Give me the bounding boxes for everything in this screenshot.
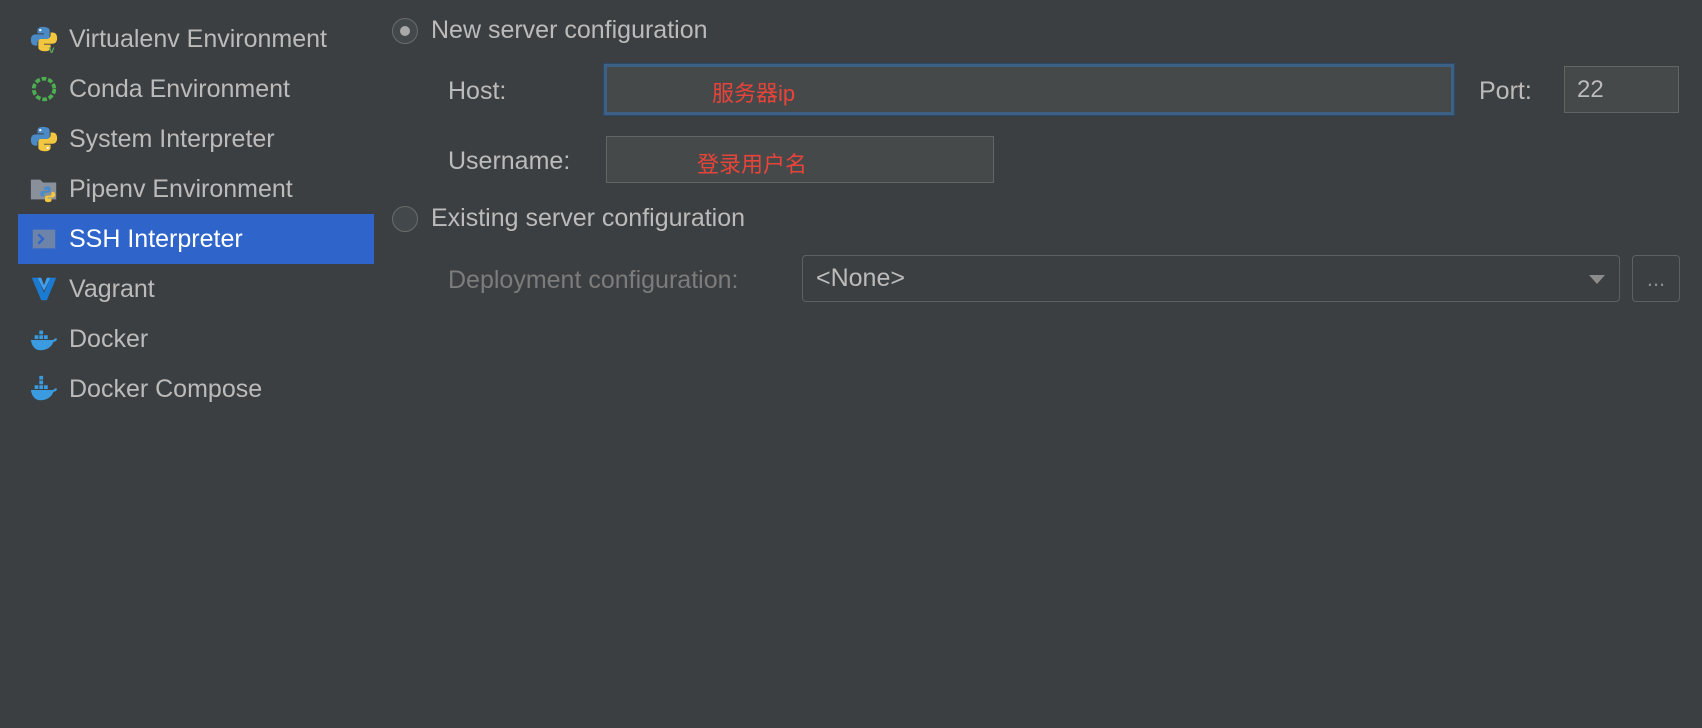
sidebar-item-pipenv[interactable]: Pipenv Environment — [18, 164, 374, 214]
existing-server-radio[interactable] — [392, 205, 418, 232]
sidebar-item-label: Vagrant — [69, 274, 155, 303]
ssh-terminal-icon — [28, 223, 60, 255]
sidebar-item-virtualenv[interactable]: v Virtualenv Environment — [18, 14, 374, 64]
username-label: Username: — [448, 147, 571, 175]
sidebar-item-label: System Interpreter — [69, 124, 275, 153]
host-annotation: 服务器ip — [712, 81, 796, 106]
svg-text:v: v — [49, 45, 55, 54]
docker-icon — [28, 323, 60, 355]
sidebar-item-ssh-interpreter[interactable]: SSH Interpreter — [18, 214, 374, 264]
sidebar-item-docker[interactable]: Docker — [18, 314, 374, 364]
host-label: Host: — [448, 77, 507, 105]
port-field[interactable]: 22 — [1564, 66, 1679, 113]
ssh-config-panel: New server configuration Host: 服务器ip Por… — [392, 0, 1702, 728]
port-label: Port: — [1479, 77, 1532, 105]
docker-compose-icon — [28, 373, 60, 405]
python-virtualenv-icon: v — [28, 23, 60, 55]
sidebar-item-system-interpreter[interactable]: System Interpreter — [18, 114, 374, 164]
sidebar-item-label: SSH Interpreter — [69, 224, 243, 253]
username-annotation: 登录用户名 — [697, 152, 808, 177]
new-server-radio[interactable] — [392, 17, 418, 44]
python-icon — [28, 123, 60, 155]
deployment-config-value: <None> — [816, 264, 905, 292]
pipenv-icon — [28, 173, 60, 205]
sidebar-item-label: Docker — [69, 324, 149, 353]
new-server-radio-label: New server configuration — [431, 16, 708, 44]
sidebar-item-label: Conda Environment — [69, 74, 290, 103]
vagrant-icon — [28, 273, 60, 305]
deployment-config-label: Deployment configuration: — [448, 266, 739, 294]
port-value: 22 — [1577, 75, 1604, 103]
sidebar-item-label: Virtualenv Environment — [69, 24, 328, 53]
sidebar-item-label: Pipenv Environment — [69, 174, 293, 203]
conda-icon — [28, 73, 60, 105]
browse-deployment-button[interactable]: ... — [1632, 255, 1680, 302]
new-server-radio-row[interactable]: New server configuration — [392, 16, 708, 45]
interpreter-type-list: v Virtualenv Environment Conda Environme… — [18, 14, 374, 414]
sidebar-item-label: Docker Compose — [69, 374, 263, 403]
sidebar-item-vagrant[interactable]: Vagrant — [18, 264, 374, 314]
sidebar-item-docker-compose[interactable]: Docker Compose — [18, 364, 374, 414]
browse-button-label: ... — [1646, 265, 1666, 291]
deployment-config-dropdown[interactable]: <None> — [802, 255, 1620, 302]
sidebar-item-conda[interactable]: Conda Environment — [18, 64, 374, 114]
chevron-down-icon — [1589, 274, 1605, 284]
existing-server-radio-label: Existing server configuration — [431, 204, 746, 232]
existing-server-radio-row[interactable]: Existing server configuration — [392, 204, 745, 233]
